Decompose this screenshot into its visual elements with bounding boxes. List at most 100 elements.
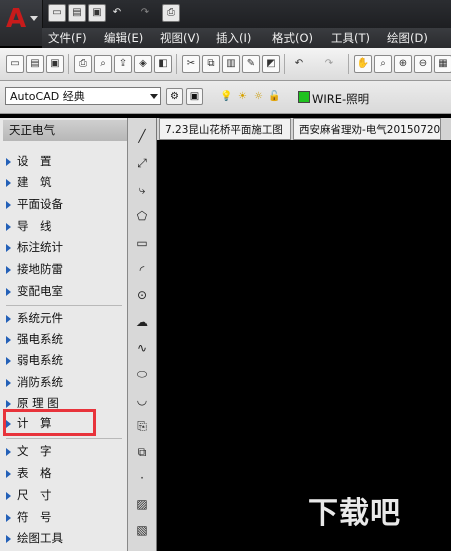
paste-icon[interactable]: ▥ [222,55,240,73]
panel-item-dimension[interactable]: 尺 寸 [6,485,52,506]
construction-line-icon[interactable]: ⤢ [134,155,150,171]
layer-color-swatch [298,91,310,103]
panel-item-settings[interactable]: 设 置 [6,151,52,172]
layer-properties-icon[interactable]: 💡 [218,88,235,105]
ellipse-arc-icon[interactable]: ◡ [134,392,150,408]
new-icon[interactable]: ▭ [6,55,24,73]
menu-edit[interactable]: 编辑(E) [104,28,143,48]
print-icon[interactable]: ⎙ [162,4,180,22]
panel-item-power-system[interactable]: 强电系统 [6,329,63,350]
panel-item-fire-system[interactable]: 消防系统 [6,372,63,393]
point-icon[interactable]: · [134,470,150,486]
panel-item-label: 弱电系统 [17,353,63,367]
hatch-icon[interactable]: ▨ [134,496,150,512]
undo-icon[interactable]: ↶ [108,4,126,22]
layer-name[interactable]: WIRE-照明 [312,91,369,107]
menu-insert[interactable]: 插入(I) [216,28,251,48]
workspace-select[interactable]: AutoCAD 经典 [5,87,161,105]
workspace-settings-icon[interactable]: ⚙ [166,88,183,105]
save-icon[interactable]: ▣ [46,55,64,73]
panel-item-symbol[interactable]: 符 号 [6,507,52,528]
menu-file[interactable]: 文件(F) [48,28,87,48]
panel-divider [6,305,122,306]
drawing-canvas[interactable] [157,140,451,551]
toolbar-separator [176,54,177,74]
open-icon[interactable]: ▤ [26,55,44,73]
match-properties-icon[interactable]: ✎ [242,55,260,73]
triangle-right-icon [6,314,11,323]
panel-item-label: 文 字 [17,444,52,458]
insert-block-icon[interactable]: ⎘ [134,418,150,434]
open-file-icon[interactable]: ▤ [68,4,86,22]
revision-cloud-icon[interactable]: ☁ [134,314,150,330]
zoom-realtime-icon[interactable]: ⌕ [374,55,392,73]
pan-icon[interactable]: ✋ [354,55,372,73]
panel-item-label: 平面设备 [17,197,63,211]
undo-icon[interactable]: ↶ [290,55,308,73]
application-menu-button[interactable]: A [0,0,43,46]
polygon-icon[interactable]: ⬠ [134,208,150,224]
panel-item-label: 变配电室 [17,284,63,298]
arc-icon[interactable]: ◜ [134,262,150,278]
cut-icon[interactable]: ✂ [182,55,200,73]
panel-item-table[interactable]: 表 格 [6,463,52,484]
publish-icon[interactable]: ⇪ [114,55,132,73]
panel-item-label: 建 筑 [17,175,52,189]
triangle-right-icon [6,243,11,252]
toolbar-separator [68,54,69,74]
workspace-toggle-icon[interactable]: ▣ [186,88,203,105]
redo-icon[interactable]: ↷ [136,4,154,22]
triangle-right-icon [6,287,11,296]
preview-icon[interactable]: ⌕ [94,55,112,73]
toolbar-separator [284,54,285,74]
triangle-right-icon [6,513,11,522]
polyline-icon[interactable]: ⤷ [134,182,150,198]
freeze-icon[interactable]: ☼ [250,88,267,105]
spline-icon[interactable]: ∿ [134,340,150,356]
panel-item-plan-equipment[interactable]: 平面设备 [6,194,63,215]
plot-icon[interactable]: ◈ [134,55,152,73]
panel-item-text[interactable]: 文 字 [6,441,52,462]
tab-drawing-1[interactable]: 7.23昆山花桥平面施工图 [159,118,291,140]
panel-item-annotation-stats[interactable]: 标注统计 [6,237,63,258]
menu-format[interactable]: 格式(O) [272,28,313,48]
panel-item-building[interactable]: 建 筑 [6,172,52,193]
menu-draw[interactable]: 绘图(D) [387,28,428,48]
new-file-icon[interactable]: ▭ [48,4,66,22]
print-icon[interactable]: ⎙ [74,55,92,73]
make-block-icon[interactable]: ⧉ [134,444,150,460]
gradient-icon[interactable]: ▧ [134,522,150,538]
rectangle-icon[interactable]: ▭ [134,235,150,251]
triangle-right-icon [6,200,11,209]
panel-title: 天正电气 [3,120,127,141]
copy-icon[interactable]: ⧉ [202,55,220,73]
block-editor-icon[interactable]: ◩ [262,55,280,73]
zoom-previous-icon[interactable]: ⊖ [414,55,432,73]
properties-icon[interactable]: ▦ [434,55,451,73]
sun-icon[interactable]: ☀ [234,88,251,105]
highlight-box [3,409,96,436]
redo-icon[interactable]: ↷ [320,55,338,73]
panel-item-grounding[interactable]: 接地防雷 [6,259,63,280]
panel-item-label: 符 号 [17,510,52,524]
panel-item-label: 绘图工具 [17,531,63,545]
line-icon[interactable]: ╱ [134,128,150,144]
ellipse-icon[interactable]: ⬭ [134,366,150,382]
triangle-right-icon [6,534,11,543]
menu-view[interactable]: 视图(V) [160,28,200,48]
menu-tools[interactable]: 工具(T) [331,28,370,48]
panel-item-system-components[interactable]: 系统元件 [6,308,63,329]
triangle-right-icon [6,378,11,387]
panel-item-substation[interactable]: 变配电室 [6,281,63,302]
panel-item-low-voltage-system[interactable]: 弱电系统 [6,350,63,371]
lock-icon[interactable]: 🔓 [266,88,283,105]
panel-item-wire[interactable]: 导 线 [6,216,52,237]
panel-item-drawing-tools[interactable]: 绘图工具 [6,528,63,549]
circle-icon[interactable]: ⊙ [134,287,150,303]
zoom-window-icon[interactable]: ⊕ [394,55,412,73]
save-icon[interactable]: ▣ [88,4,106,22]
3d-dwf-icon[interactable]: ◧ [154,55,172,73]
triangle-right-icon [6,469,11,478]
triangle-right-icon [6,447,11,456]
tab-drawing-2[interactable]: 西安麻省理劝-电气20150720 [293,118,441,140]
